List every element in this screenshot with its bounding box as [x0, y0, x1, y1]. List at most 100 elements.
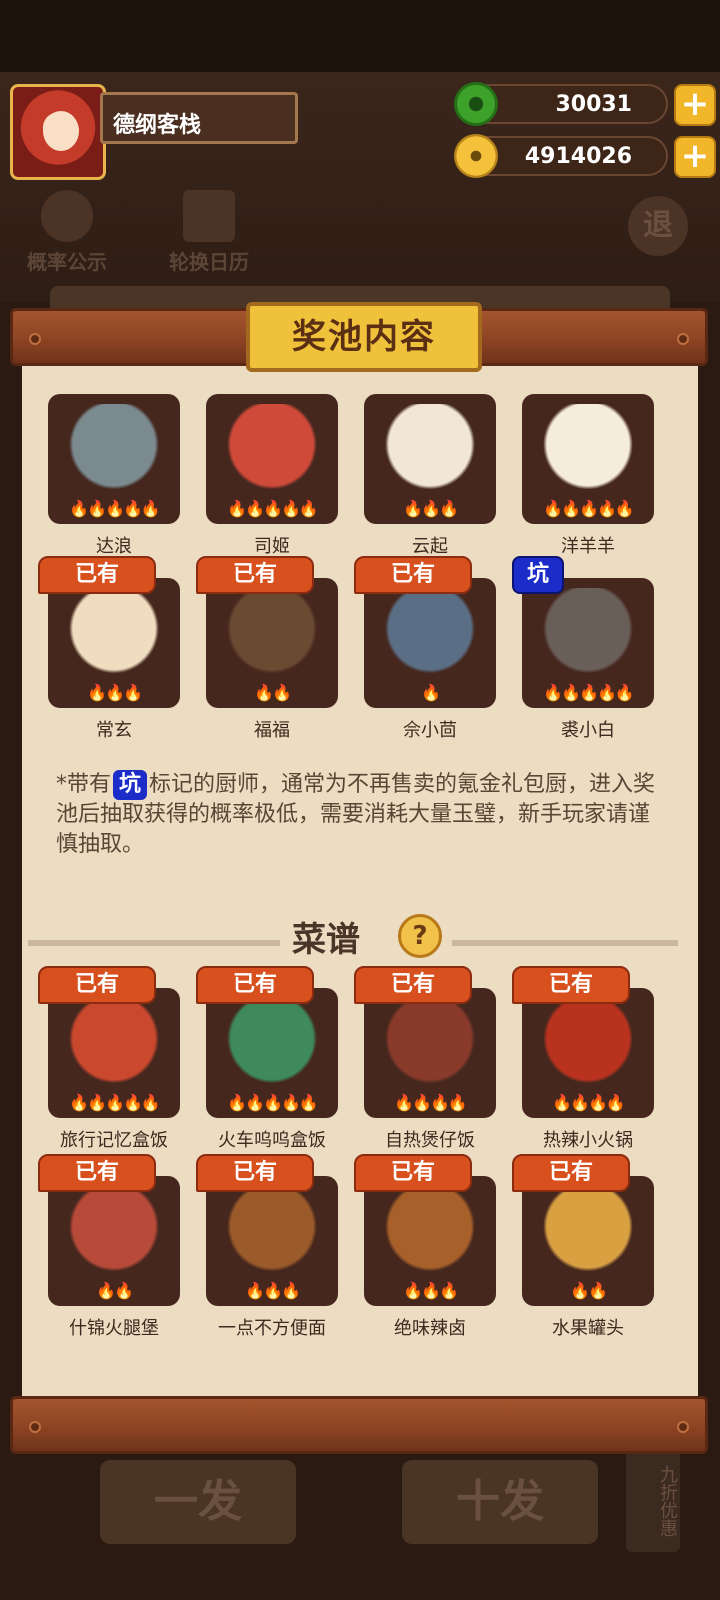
pit-badge: 坑: [512, 556, 564, 594]
add-jade-button[interactable]: +: [674, 84, 716, 126]
chef-portrait: [532, 404, 644, 494]
recipe-name: 自热煲仔饭: [385, 1130, 475, 1151]
owned-badge: 已有: [196, 1154, 314, 1192]
recipe-card[interactable]: 🔥🔥: [48, 1176, 180, 1306]
jade-amount: 30031: [555, 92, 632, 117]
chef-card[interactable]: 🔥: [364, 578, 496, 708]
chef-portrait: [58, 588, 170, 678]
owned-badge: 已有: [512, 1154, 630, 1192]
percent-icon: [41, 190, 93, 242]
flame-rating-icon: 🔥🔥🔥🔥🔥: [227, 1093, 319, 1112]
owned-badge: 已有: [38, 1154, 156, 1192]
divider-left: [28, 940, 280, 946]
chef-name: 达浪: [96, 536, 132, 557]
status-bar: [0, 0, 720, 72]
divider-right: [452, 940, 678, 946]
chef-card[interactable]: 🔥🔥🔥🔥🔥: [206, 394, 338, 524]
nail-icon: [29, 1421, 41, 1433]
pit-badge-inline: 坑: [113, 770, 148, 800]
owned-badge: 已有: [354, 966, 472, 1004]
nail-icon: [29, 333, 41, 345]
flame-rating-icon: 🔥🔥🔥: [87, 683, 143, 702]
jade-counter: 30031 +: [454, 82, 716, 126]
recipe-portrait: [216, 998, 328, 1088]
recipe-card[interactable]: 🔥🔥🔥🔥🔥: [206, 988, 338, 1118]
recipe-card[interactable]: 🔥🔥🔥🔥: [364, 988, 496, 1118]
flame-rating-icon: 🔥🔥: [254, 683, 292, 702]
avatar-face: [43, 111, 79, 151]
chef-portrait: [374, 404, 486, 494]
flame-rating-icon: 🔥🔥🔥🔥: [394, 1093, 468, 1112]
recipe-name: 热辣小火锅: [543, 1130, 633, 1151]
probability-button[interactable]: 概率公示: [12, 190, 122, 275]
owned-badge: 已有: [196, 556, 314, 594]
add-gold-button[interactable]: +: [674, 136, 716, 178]
flame-rating-icon: 🔥🔥🔥🔥🔥: [69, 1093, 161, 1112]
owned-badge: 已有: [38, 556, 156, 594]
owned-badge: 已有: [38, 966, 156, 1004]
calendar-icon: [183, 190, 235, 242]
chef-portrait: [216, 588, 328, 678]
owned-badge: 已有: [512, 966, 630, 1004]
jade-icon: [454, 82, 498, 126]
recipe-name: 旅行记忆盒饭: [60, 1130, 168, 1151]
chef-name: 司姬: [254, 536, 290, 557]
recipe-portrait: [58, 1186, 170, 1276]
recipe-portrait: [216, 1186, 328, 1276]
calendar-button[interactable]: 轮换日历: [154, 190, 264, 275]
coin-icon: [454, 134, 498, 178]
recipes-title: 菜谱: [292, 920, 360, 960]
recipe-name: 水果罐头: [552, 1318, 624, 1339]
flame-rating-icon: 🔥🔥🔥🔥🔥: [543, 499, 635, 518]
help-button[interactable]: ?: [398, 914, 442, 958]
draw-one-button: 一发: [100, 1460, 296, 1544]
chef-name: 福福: [254, 720, 290, 741]
flame-rating-icon: 🔥🔥🔥🔥🔥: [69, 499, 161, 518]
recipe-card[interactable]: 🔥🔥🔥: [206, 1176, 338, 1306]
chef-card[interactable]: 🔥🔥🔥: [48, 578, 180, 708]
exit-button[interactable]: 退: [628, 196, 688, 256]
player-avatar[interactable]: [10, 84, 106, 180]
chef-card[interactable]: 🔥🔥🔥🔥🔥: [522, 578, 654, 708]
recipe-name: 什锦火腿堡: [69, 1318, 159, 1339]
probability-label: 概率公示: [27, 250, 107, 274]
recipe-card[interactable]: 🔥🔥🔥🔥: [522, 988, 654, 1118]
recipe-portrait: [374, 1186, 486, 1276]
flame-rating-icon: 🔥🔥: [96, 1281, 134, 1300]
calendar-label: 轮换日历: [169, 250, 249, 274]
chef-portrait: [216, 404, 328, 494]
nail-icon: [677, 1421, 689, 1433]
modal-title: 奖池内容: [246, 302, 482, 372]
flame-rating-icon: 🔥: [421, 683, 441, 702]
recipe-card[interactable]: 🔥🔥🔥: [364, 1176, 496, 1306]
discount-tag: 九折优惠: [626, 1442, 680, 1552]
gold-counter: 4914026 +: [454, 134, 716, 178]
chef-card[interactable]: 🔥🔥🔥🔥🔥: [522, 394, 654, 524]
chef-portrait: [58, 404, 170, 494]
chef-name: 佘小茴: [403, 720, 457, 741]
chef-card[interactable]: 🔥🔥🔥🔥🔥: [48, 394, 180, 524]
player-name: 德纲客栈: [100, 92, 298, 144]
chef-name: 裘小白: [561, 720, 615, 741]
recipe-card[interactable]: 🔥🔥🔥🔥🔥: [48, 988, 180, 1118]
flame-rating-icon: 🔥🔥🔥: [403, 499, 459, 518]
flame-rating-icon: 🔥🔥🔥🔥: [552, 1093, 626, 1112]
owned-badge: 已有: [354, 556, 472, 594]
flame-rating-icon: 🔥🔥🔥🔥🔥: [227, 499, 319, 518]
gold-amount: 4914026: [524, 144, 632, 169]
note-prefix: *带有: [56, 772, 112, 797]
pit-explanation: *带有坑标记的厨师，通常为不再售卖的氪金礼包厨，进入奖池后抽取获得的概率极低，需…: [56, 770, 656, 860]
recipe-card[interactable]: 🔥🔥: [522, 1176, 654, 1306]
flame-rating-icon: 🔥🔥🔥🔥🔥: [543, 683, 635, 702]
chef-card[interactable]: 🔥🔥🔥: [364, 394, 496, 524]
draw-ten-button: 十发: [402, 1460, 598, 1544]
scroll-bottom-roller[interactable]: [10, 1396, 708, 1454]
recipe-portrait: [58, 998, 170, 1088]
recipe-name: 一点不方便面: [218, 1318, 326, 1339]
chef-name: 常玄: [96, 720, 132, 741]
chef-name: 洋羊羊: [561, 536, 615, 557]
recipe-portrait: [532, 1186, 644, 1276]
chef-card[interactable]: 🔥🔥: [206, 578, 338, 708]
recipe-portrait: [532, 998, 644, 1088]
chef-portrait: [374, 588, 486, 678]
